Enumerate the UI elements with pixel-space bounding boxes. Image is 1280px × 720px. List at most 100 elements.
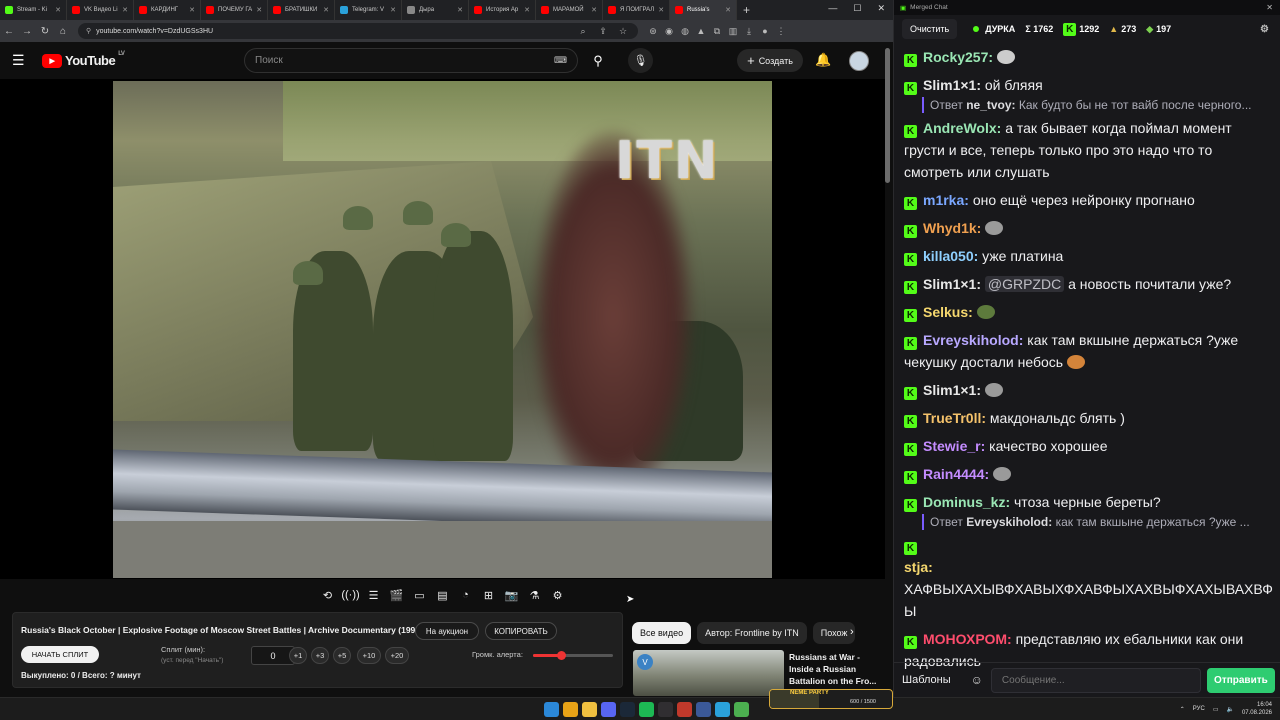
broadcast-icon[interactable]: ((·)) (341, 586, 360, 604)
filter-chip[interactable]: Автор: Frontline by ITN (697, 622, 807, 644)
discord-icon[interactable] (601, 702, 616, 717)
tray-lang[interactable]: РУС (1193, 706, 1205, 712)
split-increment-button[interactable]: +1 (289, 647, 307, 664)
clapper-icon[interactable]: 🎬 (387, 586, 406, 604)
obs-icon[interactable] (658, 702, 673, 717)
recommendation-title[interactable]: Russians at War - Inside a Russian Batta… (789, 651, 881, 687)
sidebar-icon[interactable]: ▥ (726, 24, 740, 38)
split-increment-button[interactable]: +5 (333, 647, 351, 664)
browser-tab[interactable]: Я ПОИГРАЛ ✕ (603, 0, 670, 20)
chat-username[interactable]: m1rka: (923, 192, 969, 208)
download-icon[interactable]: ⤓ (742, 24, 756, 38)
browser-tab[interactable]: Russia's ✕ (670, 0, 737, 20)
close-window-icon[interactable]: ✕ (877, 3, 885, 14)
chat-username[interactable]: Selkus: (923, 304, 973, 320)
tab-close-icon[interactable]: ✕ (524, 6, 530, 14)
minimize-icon[interactable]: — (828, 3, 837, 14)
steam-icon[interactable] (620, 702, 635, 717)
picture-in-picture-icon[interactable]: ▭ (410, 586, 429, 604)
chat-username[interactable]: AndreWolx: (923, 120, 1001, 136)
zoom-icon[interactable]: ⌕ (576, 24, 590, 38)
windows-start-icon[interactable] (544, 702, 559, 717)
new-tab-icon[interactable]: + (743, 3, 750, 17)
split-increment-button[interactable]: +20 (385, 647, 409, 664)
add-clip-icon[interactable]: ⊞ (479, 586, 498, 604)
browser-tab[interactable]: Stream - Ki ✕ (0, 0, 67, 20)
video-frame[interactable]: ITN (113, 81, 772, 578)
start-split-button[interactable]: НАЧАТЬ СПЛИТ (21, 646, 99, 663)
bookmark-star-icon[interactable]: ☆ (616, 24, 630, 38)
clock[interactable]: 16:04 07.08.2026 (1242, 701, 1272, 717)
app-red-icon[interactable] (677, 702, 692, 717)
browser-tab[interactable]: Telegram: V ✕ (335, 0, 402, 20)
tab-close-icon[interactable]: ✕ (323, 6, 329, 14)
keyboard-icon[interactable]: ⌨ (554, 55, 567, 66)
page-scrollbar[interactable] (885, 48, 890, 183)
screenshot-icon[interactable]: 📷 (502, 586, 521, 604)
chat-username[interactable]: Slim1×1: (923, 276, 981, 292)
chat-username[interactable]: Rain4444: (923, 466, 989, 482)
chat-username[interactable]: Slim1×1: (923, 382, 981, 398)
chat-username[interactable]: killa050: (923, 248, 978, 264)
tab-close-icon[interactable]: ✕ (55, 6, 61, 14)
alert-volume-slider[interactable] (533, 651, 613, 660)
tab-close-icon[interactable]: ✕ (457, 6, 463, 14)
avatar[interactable] (849, 51, 869, 71)
emoji-icon[interactable]: ☺ (971, 673, 983, 687)
chrome-icon[interactable] (563, 702, 578, 717)
search-button[interactable]: ⚲ (582, 48, 614, 73)
telegram-icon[interactable] (715, 702, 730, 717)
browser-tab[interactable]: ПОЧЕМУ ГА ✕ (201, 0, 268, 20)
chat-message-input[interactable] (990, 667, 1201, 693)
files-icon[interactable] (582, 702, 597, 717)
chat-username[interactable]: Evreyskiholod: (923, 332, 1023, 348)
create-button[interactable]: + Создать (737, 49, 803, 72)
volume-icon[interactable]: 🔈 (1226, 706, 1233, 713)
menu-icon[interactable]: ☰ (12, 52, 34, 69)
tab-close-icon[interactable]: ✕ (189, 6, 195, 14)
chat-username[interactable]: Rocky257: (923, 49, 993, 65)
gear-icon[interactable]: ⚙ (1260, 24, 1269, 35)
back-icon[interactable]: ← (0, 26, 18, 37)
recommendation-thumbnail[interactable]: V (633, 650, 784, 696)
loop-icon[interactable]: ⟲ (318, 586, 337, 604)
speed-icon[interactable]: ◔ (456, 586, 475, 604)
browser-tab[interactable]: VK Видео Li ✕ (67, 0, 134, 20)
filter-chip[interactable]: Все видео (632, 622, 692, 644)
notifications-bell-icon[interactable]: 🔔 (815, 52, 831, 68)
close-icon[interactable]: ✕ (1266, 3, 1273, 12)
clear-chat-button[interactable]: Очистить (902, 19, 958, 39)
voice-search-button[interactable]: 🎙 (628, 48, 653, 73)
tab-close-icon[interactable]: ✕ (591, 6, 597, 14)
maximize-icon[interactable]: ☐ (853, 3, 861, 14)
chat-username[interactable]: stja: (904, 559, 933, 575)
app-blue-icon[interactable] (696, 702, 711, 717)
tab-close-icon[interactable]: ✕ (725, 6, 731, 14)
chat-username[interactable]: Slim1×1: (923, 77, 981, 93)
split-increment-button[interactable]: +3 (311, 647, 329, 664)
send-button[interactable]: Отправить (1206, 667, 1275, 693)
search-input[interactable]: Поиск ⌨ (244, 48, 578, 73)
browser-tab[interactable]: КАРДИНГ ✕ (134, 0, 201, 20)
tab-close-icon[interactable]: ✕ (390, 6, 396, 14)
extension-icon[interactable]: ◉ (662, 24, 676, 38)
forward-icon[interactable]: → (18, 26, 36, 37)
browser-tab[interactable]: БРАТИШКИ ✕ (268, 0, 335, 20)
extension-icon[interactable]: ◍ (678, 24, 692, 38)
video-player[interactable]: ITN (0, 79, 885, 579)
tab-close-icon[interactable]: ✕ (256, 6, 262, 14)
network-icon[interactable]: ▭ (1213, 706, 1219, 713)
templates-button[interactable]: Шаблоны (902, 674, 951, 686)
copy-button[interactable]: КОПИРОВАТЬ (485, 622, 557, 640)
extension-icon[interactable]: ⊛ (646, 24, 660, 38)
chat-username[interactable]: МОНОХРОМ: (923, 631, 1012, 647)
extension-icon[interactable]: ▲ (694, 24, 708, 38)
browser-tab[interactable]: История Ар ✕ (469, 0, 536, 20)
share-icon[interactable]: ⇪ (596, 24, 610, 38)
site-info-icon[interactable]: ⚲ (86, 27, 91, 35)
app-green-icon[interactable] (734, 702, 749, 717)
reload-icon[interactable]: ↻ (36, 26, 54, 37)
split-increment-button[interactable]: +10 (357, 647, 381, 664)
tab-close-icon[interactable]: ✕ (122, 6, 128, 14)
home-icon[interactable]: ⌂ (54, 26, 72, 37)
